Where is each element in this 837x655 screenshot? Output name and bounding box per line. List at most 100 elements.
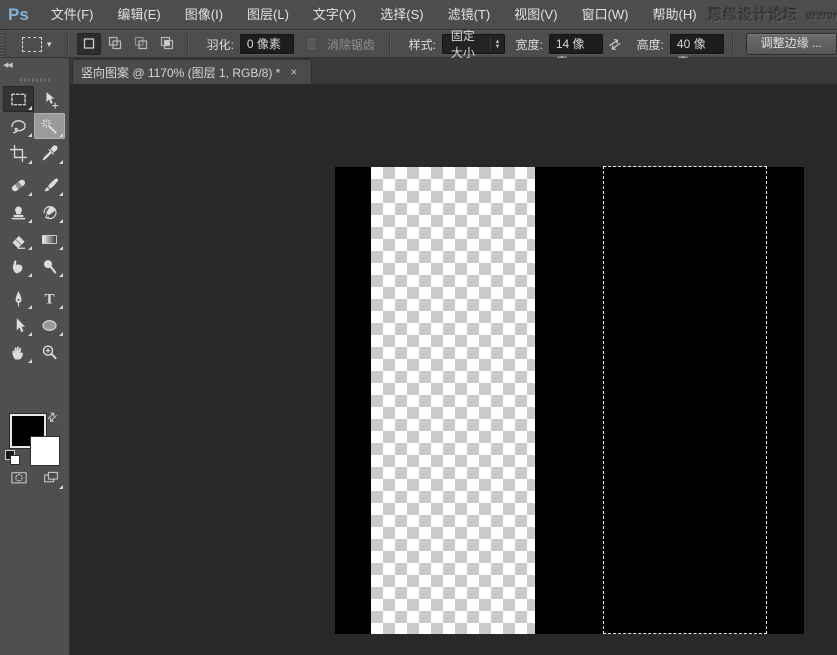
history-brush-tool[interactable] xyxy=(34,199,65,225)
lasso-tool[interactable] xyxy=(3,113,34,139)
pen-tool[interactable] xyxy=(3,285,34,311)
menu-filter[interactable]: 滤镜(T) xyxy=(436,0,503,30)
selection-mode-group xyxy=(77,33,179,55)
type-tool[interactable]: T xyxy=(34,285,65,311)
panel-bottom-buttons xyxy=(0,470,70,496)
tool-grid: T xyxy=(3,86,67,366)
panel-grip[interactable] xyxy=(20,78,50,82)
rectangular-marquee-tool[interactable] xyxy=(3,86,34,112)
swap-colors-icon[interactable]: ⇄ xyxy=(44,408,61,425)
add-to-selection-icon xyxy=(107,35,123,54)
clone-stamp-tool[interactable] xyxy=(3,199,34,225)
menu-list: 文件(F)编辑(E)图像(I)图层(L)文字(Y)选择(S)滤镜(T)视图(V)… xyxy=(39,0,709,29)
style-label: 样式: xyxy=(409,36,436,53)
dodge-tool[interactable] xyxy=(34,253,65,279)
magic-wand-tool[interactable] xyxy=(34,113,65,139)
separator xyxy=(389,34,391,54)
photoshop-logo: Ps xyxy=(0,5,39,25)
marquee-icon xyxy=(8,89,29,110)
width-label: 宽度: xyxy=(515,36,542,53)
antialias-label: 消除锯齿 xyxy=(327,36,375,53)
close-icon[interactable]: × xyxy=(290,65,297,79)
options-bar-grip[interactable] xyxy=(0,31,6,57)
path-selection-tool[interactable] xyxy=(3,312,34,338)
hand-icon xyxy=(8,342,29,363)
document-tab-title: 竖向图案 @ 1170% (图层 1, RGB/8) * xyxy=(81,64,280,81)
type-icon: T xyxy=(39,288,60,309)
dropper-icon xyxy=(39,143,60,164)
healing-icon xyxy=(8,175,29,196)
width-input[interactable]: 14 像素 xyxy=(549,34,603,54)
swap-dimensions-icon[interactable]: ⇄ xyxy=(605,34,624,55)
ellipse-icon xyxy=(39,315,60,336)
screen-mode-button[interactable] xyxy=(38,470,64,490)
menu-view[interactable]: 视图(V) xyxy=(502,0,569,30)
height-input[interactable]: 40 像素 xyxy=(670,34,724,54)
spinner-icon: ▲▼ xyxy=(490,37,501,51)
tool-preset-picker[interactable]: ▼ xyxy=(16,35,59,54)
smudge-icon xyxy=(8,256,29,277)
collapse-panel-button[interactable]: ◀◀ xyxy=(3,61,12,69)
brush-tool[interactable] xyxy=(34,172,65,198)
brush-icon xyxy=(39,175,60,196)
height-label: 高度: xyxy=(637,36,664,53)
canvas-workspace[interactable] xyxy=(70,85,837,655)
marquee-preset-icon xyxy=(22,37,42,52)
move-tool[interactable] xyxy=(34,86,65,112)
dodge-icon xyxy=(39,256,60,277)
menu-help[interactable]: 帮助(H) xyxy=(641,0,709,30)
eraser-icon xyxy=(8,229,29,250)
move-icon xyxy=(39,89,60,110)
zoomtool-icon xyxy=(39,342,60,363)
menu-window[interactable]: 窗口(W) xyxy=(570,0,641,30)
eyedropper-tool[interactable] xyxy=(34,140,65,166)
chevron-down-icon: ▼ xyxy=(45,40,53,49)
separator xyxy=(732,34,734,54)
intersect-selection-icon xyxy=(159,35,175,54)
hand-tool[interactable] xyxy=(3,339,34,365)
new-selection-button[interactable] xyxy=(77,33,101,55)
crop-tool[interactable] xyxy=(3,140,34,166)
tool-options-bar: ▼ 羽化: 0 像素 消除锯齿 样式: 固定大小 ▲▼ 宽度: 14 像素 ⇄ … xyxy=(0,30,837,58)
eraser-tool[interactable] xyxy=(3,226,34,252)
lasso-icon xyxy=(8,116,29,137)
refine-edge-button[interactable]: 调整边缘 ... xyxy=(746,33,837,55)
watermark: 思缘设计论坛 WWW.MISSYUAN.COM xyxy=(709,5,837,25)
separator xyxy=(187,34,189,54)
menu-edit[interactable]: 编辑(E) xyxy=(105,0,172,30)
smudge-tool[interactable] xyxy=(3,253,34,279)
menu-layer[interactable]: 图层(L) xyxy=(235,0,301,30)
feather-label: 羽化: xyxy=(207,36,234,53)
default-colors-button[interactable] xyxy=(5,450,19,464)
quick-mask-button[interactable] xyxy=(6,470,32,490)
add-to-selection-button[interactable] xyxy=(103,33,127,55)
stamp-icon xyxy=(8,202,29,223)
menu-file[interactable]: 文件(F) xyxy=(39,0,106,30)
menu-select[interactable]: 选择(S) xyxy=(368,0,435,30)
color-picker-widget: ⇄ xyxy=(0,410,70,472)
style-select-value: 固定大小 xyxy=(451,27,482,61)
gradient-tool[interactable] xyxy=(34,226,65,252)
background-color-swatch[interactable] xyxy=(30,436,60,466)
new-selection-icon xyxy=(81,35,97,54)
menu-image[interactable]: 图像(I) xyxy=(173,0,235,30)
subtract-from-selection-button[interactable] xyxy=(129,33,153,55)
menu-type[interactable]: 文字(Y) xyxy=(301,0,368,30)
ellipse-tool[interactable] xyxy=(34,312,65,338)
feather-input[interactable]: 0 像素 xyxy=(240,34,294,54)
history-icon xyxy=(39,202,60,223)
separator xyxy=(67,34,69,54)
pen-icon xyxy=(8,288,29,309)
gradient-icon xyxy=(39,229,60,250)
svg-text:T: T xyxy=(45,291,55,307)
document-canvas[interactable] xyxy=(335,167,804,634)
document-tab[interactable]: 竖向图案 @ 1170% (图层 1, RGB/8) * × xyxy=(72,59,312,84)
spot-healing-brush-tool[interactable] xyxy=(3,172,34,198)
watermark-site-name: 思缘设计论坛 xyxy=(709,5,799,25)
intersect-selection-button[interactable] xyxy=(155,33,179,55)
document-tab-bar: 竖向图案 @ 1170% (图层 1, RGB/8) * × xyxy=(70,58,837,85)
antialias-checkbox[interactable] xyxy=(306,37,317,51)
zoom-tool[interactable] xyxy=(34,339,65,365)
watermark-site-url: WWW.MISSYUAN.COM xyxy=(807,12,837,23)
style-select[interactable]: 固定大小 ▲▼ xyxy=(442,34,506,54)
